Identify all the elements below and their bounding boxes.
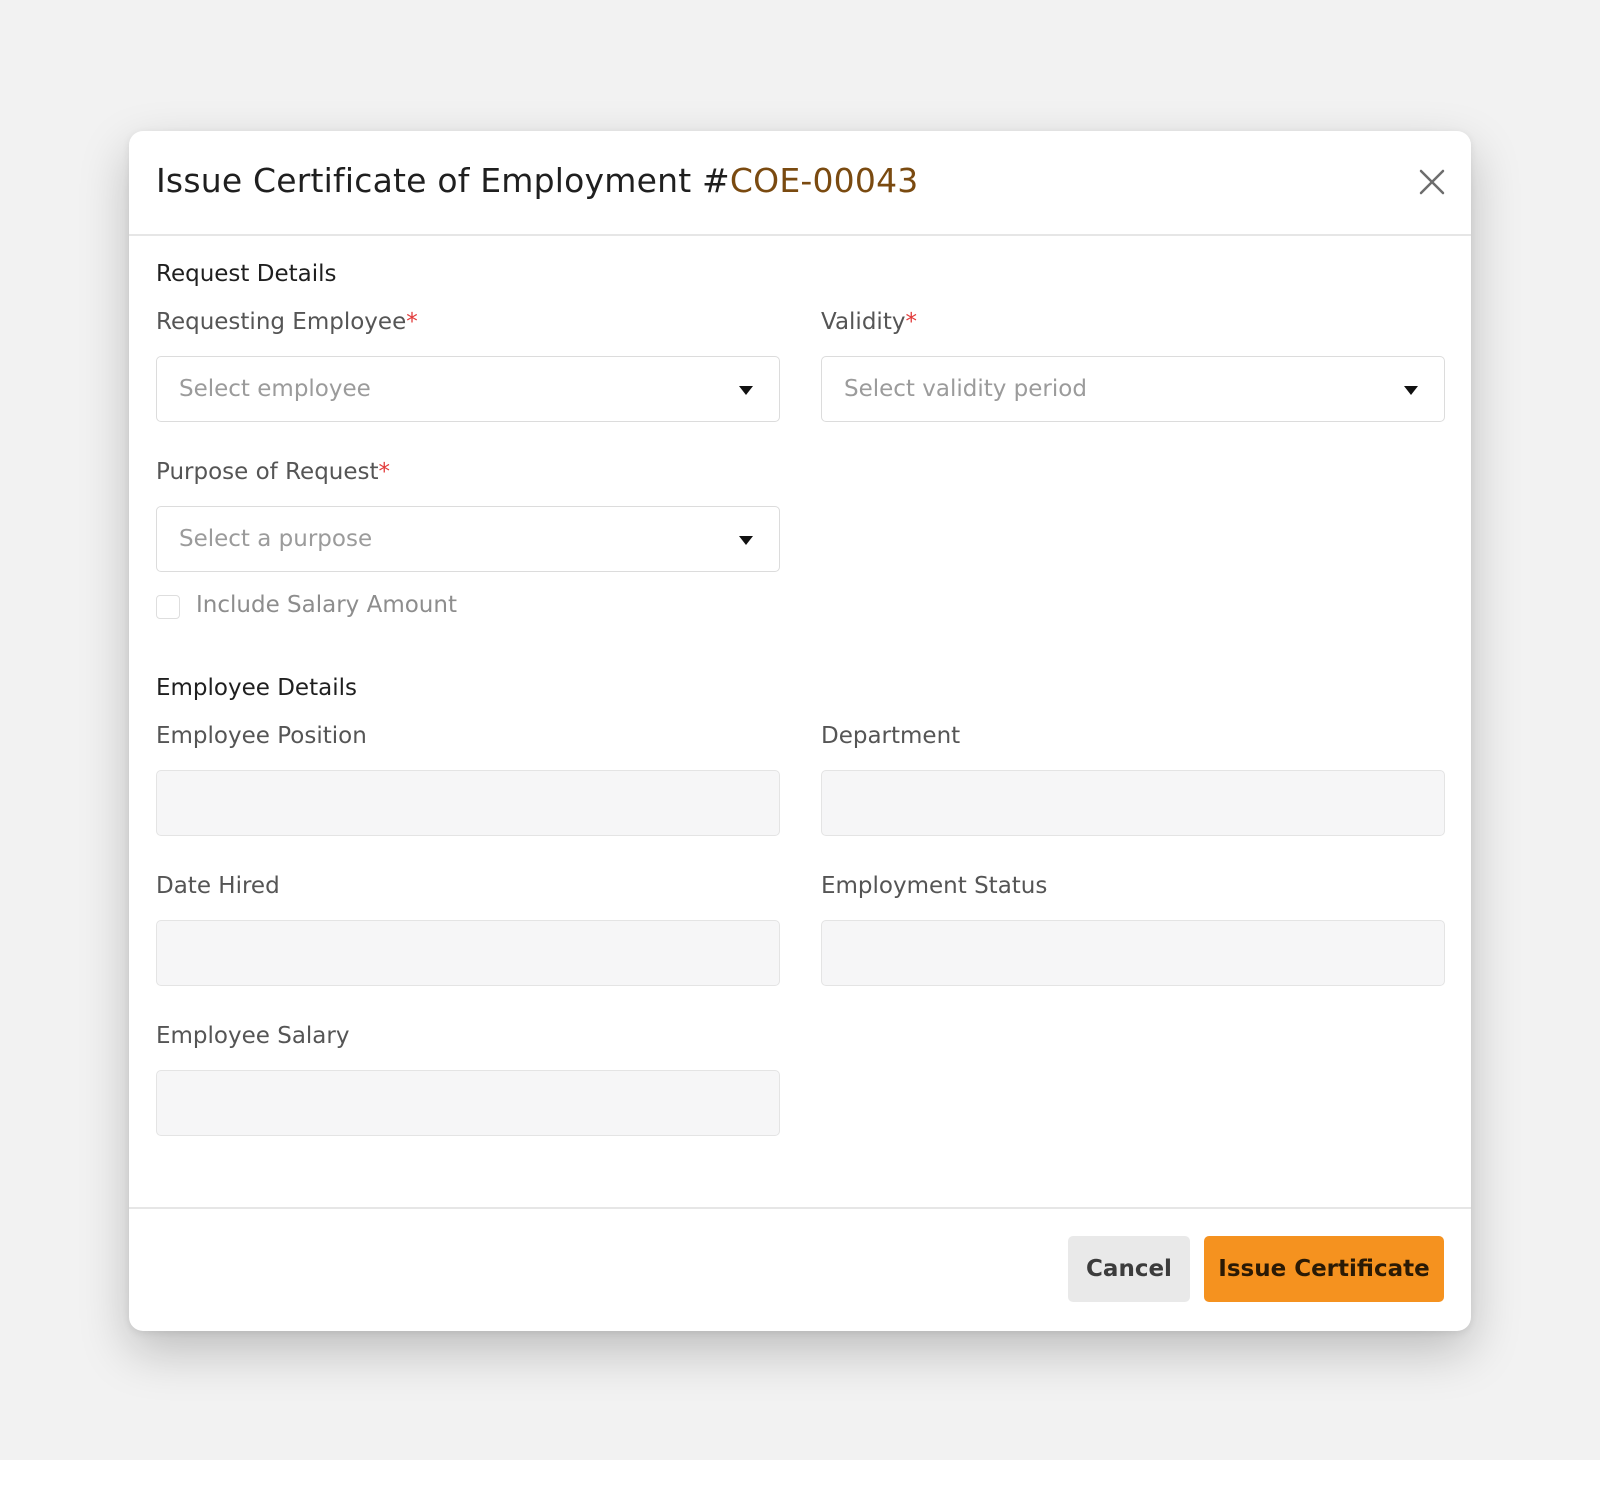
purpose-select[interactable]: Select a purpose bbox=[156, 506, 780, 572]
modal-footer: Cancel Issue Certificate bbox=[129, 1207, 1471, 1331]
requesting-employee-select[interactable]: Select employee bbox=[156, 356, 780, 422]
requesting-employee-label: Requesting Employee* bbox=[156, 309, 418, 335]
employee-salary-label: Employee Salary bbox=[156, 1023, 350, 1049]
section-title-employee-details: Employee Details bbox=[156, 675, 357, 701]
required-mark: * bbox=[378, 459, 391, 485]
include-salary-checkbox[interactable] bbox=[156, 595, 180, 619]
required-mark: * bbox=[406, 309, 418, 335]
purpose-label-text: Purpose of Request bbox=[156, 459, 379, 485]
modal-title: Issue Certificate of Employment #COE-000… bbox=[156, 161, 918, 200]
employee-salary-field bbox=[156, 1070, 780, 1136]
validity-placeholder: Select validity period bbox=[844, 376, 1087, 402]
validity-select[interactable]: Select validity period bbox=[821, 356, 1445, 422]
date-hired-field bbox=[156, 920, 780, 986]
cancel-button[interactable]: Cancel bbox=[1068, 1236, 1190, 1302]
validity-label: Validity* bbox=[821, 309, 917, 335]
purpose-label: Purpose of Request* bbox=[156, 459, 390, 485]
caret-down-icon bbox=[1404, 386, 1418, 395]
purpose-placeholder: Select a purpose bbox=[179, 526, 373, 552]
caret-down-icon bbox=[739, 386, 753, 395]
modal-title-prefix: Issue Certificate of Employment # bbox=[156, 161, 730, 200]
issue-certificate-button[interactable]: Issue Certificate bbox=[1204, 1236, 1444, 1302]
employee-position-field bbox=[156, 770, 780, 836]
issue-coe-modal: Issue Certificate of Employment #COE-000… bbox=[129, 131, 1471, 1331]
required-mark: * bbox=[905, 309, 917, 335]
validity-label-text: Validity bbox=[821, 309, 906, 335]
department-field bbox=[821, 770, 1445, 836]
modal-header: Issue Certificate of Employment #COE-000… bbox=[129, 131, 1471, 236]
department-label: Department bbox=[821, 723, 961, 749]
close-button[interactable] bbox=[1417, 167, 1447, 197]
requesting-employee-placeholder: Select employee bbox=[179, 376, 371, 402]
caret-down-icon bbox=[739, 536, 753, 545]
include-salary-label: Include Salary Amount bbox=[196, 592, 457, 618]
certificate-code: COE-00043 bbox=[729, 161, 919, 200]
employee-position-label: Employee Position bbox=[156, 723, 367, 749]
employment-status-label: Employment Status bbox=[821, 873, 1048, 899]
employment-status-field bbox=[821, 920, 1445, 986]
section-title-request-details: Request Details bbox=[156, 261, 337, 287]
requesting-employee-label-text: Requesting Employee bbox=[156, 309, 407, 335]
close-icon bbox=[1419, 169, 1445, 195]
date-hired-label: Date Hired bbox=[156, 873, 280, 899]
